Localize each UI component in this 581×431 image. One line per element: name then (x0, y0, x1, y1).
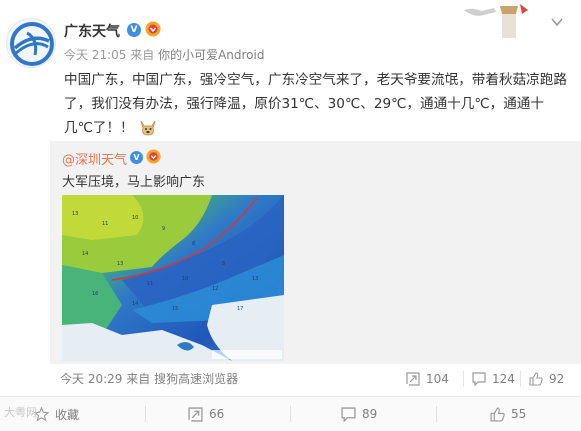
repost-footer: 今天 20:29 来自 搜狗高速浏览器 104 124 92 (60, 368, 570, 390)
verified-icon: V (127, 23, 141, 37)
like-count: 55 (511, 407, 527, 421)
vip-icon[interactable] (145, 21, 161, 37)
repost-repost-count: 104 (426, 372, 449, 386)
comment-icon (472, 372, 486, 386)
svg-text:8: 8 (192, 241, 195, 247)
post-time[interactable]: 今天 21:05 (64, 48, 126, 62)
weibo-card: 广东天气 V 今天 21:05 来自 你的小可爱Android 中国广东，中国广… (0, 0, 581, 431)
svg-text:17: 17 (237, 306, 243, 312)
avatar[interactable] (6, 18, 56, 68)
repost-comment-button[interactable]: 124 (472, 368, 515, 390)
favorite-button[interactable]: 收藏 (34, 397, 79, 431)
favorite-label: 收藏 (55, 407, 80, 422)
comment-icon (341, 406, 356, 422)
svg-text:16: 16 (92, 291, 98, 297)
repost-like-button[interactable]: 92 (529, 368, 564, 390)
repost-username[interactable]: @深圳天气 (62, 149, 127, 168)
repost-icon (406, 372, 420, 386)
comment-count: 89 (362, 407, 378, 421)
repost-button[interactable]: 66 (188, 397, 224, 431)
svg-text:14: 14 (82, 251, 88, 257)
svg-text:13: 13 (117, 261, 123, 267)
like-icon (529, 372, 543, 386)
comment-button[interactable]: 89 (341, 397, 377, 431)
svg-text:14: 14 (132, 301, 138, 307)
decor-icon (464, 4, 528, 38)
divider (145, 406, 146, 422)
repost-icon (188, 406, 203, 422)
post-text: 中国广东，中国广东，强冷空气，广东冷空气来了，老天爷要流氓，带着秋菇凉跑路了，我… (64, 68, 569, 140)
avatar-logo-icon (10, 22, 54, 66)
svg-text:11: 11 (147, 281, 153, 287)
svg-text:15: 15 (172, 306, 178, 312)
from-label: 来自 (126, 372, 151, 386)
like-button[interactable]: 55 (490, 397, 526, 431)
post-meta: 今天 21:05 来自 你的小可爱Android (64, 46, 264, 63)
repost-comment-count: 124 (492, 372, 515, 386)
chevron-down-icon[interactable] (549, 14, 565, 30)
post-username[interactable]: 广东天气 (64, 21, 120, 41)
svg-text:10: 10 (182, 276, 188, 282)
repost-text: 大军压境，马上影响广东 (62, 175, 206, 190)
divider (436, 406, 437, 422)
doge-emoji-icon (140, 120, 156, 136)
repost-area[interactable]: @深圳天气 V 大军压境，马上影响广东 13 11 10 9 8 8 14 13… (50, 141, 581, 364)
svg-text:10: 10 (132, 215, 138, 221)
svg-text:13: 13 (72, 211, 78, 217)
repost-like-count: 92 (549, 372, 565, 386)
divider (463, 371, 464, 387)
like-icon (490, 406, 505, 422)
repost-meta: 今天 20:29 来自 搜狗高速浏览器 (60, 370, 238, 387)
divider (290, 406, 291, 422)
repost-repost-button[interactable]: 104 (406, 368, 449, 390)
vip-icon[interactable] (146, 149, 161, 164)
verified-icon: V (130, 151, 143, 164)
repost-count: 66 (209, 407, 225, 421)
svg-text:12: 12 (212, 286, 218, 292)
svg-text:11: 11 (102, 221, 108, 227)
weather-map-image[interactable]: 13 11 10 9 8 8 14 13 11 10 12 13 16 14 15 17 (62, 195, 284, 361)
repost-source[interactable]: 搜狗高速浏览器 (154, 372, 238, 386)
watermark: 大粤网 (4, 406, 37, 419)
from-label: 来自 (130, 48, 155, 62)
svg-text:9: 9 (162, 226, 165, 232)
divider (520, 371, 521, 387)
post-source[interactable]: 你的小可爱Android (158, 48, 264, 62)
svg-text:8: 8 (222, 261, 225, 267)
repost-time[interactable]: 今天 20:29 (60, 372, 122, 386)
svg-text:13: 13 (252, 276, 258, 282)
action-bar: 收藏 66 89 55 (0, 396, 581, 431)
